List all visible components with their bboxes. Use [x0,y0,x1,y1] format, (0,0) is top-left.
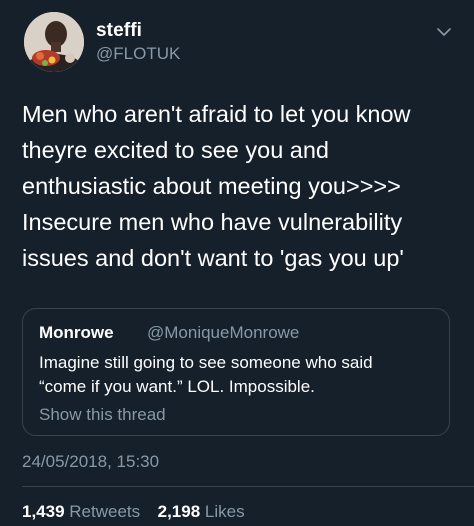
quoted-tweet[interactable]: Monrowe @MoniqueMonrowe Imagine still go… [22,308,450,436]
tweet-timestamp[interactable]: 24/05/2018, 15:30 [22,452,159,472]
tweet-text: Men who aren't afraid to let you know th… [22,101,411,271]
retweets-stat[interactable]: 1,439 Retweets [22,502,145,521]
profile-photo-icon [24,12,84,72]
quoted-handle: @MoniqueMonrowe [147,323,300,342]
retweets-label: Retweets [69,502,141,521]
retweets-count: 1,439 [22,502,65,521]
quoted-tweet-text: Imagine still going to see someone who s… [39,353,373,396]
likes-count: 2,198 [157,502,201,521]
quoted-display-name: Monrowe [39,323,114,342]
show-thread-link[interactable]: Show this thread [39,405,166,425]
avatar[interactable] [24,12,84,72]
tweet-card: steffi @FLOTUK Men who aren't afraid to … [0,0,474,526]
divider [22,486,474,487]
author-handle[interactable]: @FLOTUK [96,44,180,64]
chevron-down-icon[interactable] [436,26,452,38]
likes-label: Likes [204,502,245,521]
tweet-stats: 1,439 Retweets 2,198 Likes [22,502,245,522]
likes-stat[interactable]: 2,198 Likes [158,502,245,521]
author-display-name[interactable]: steffi [96,20,142,42]
